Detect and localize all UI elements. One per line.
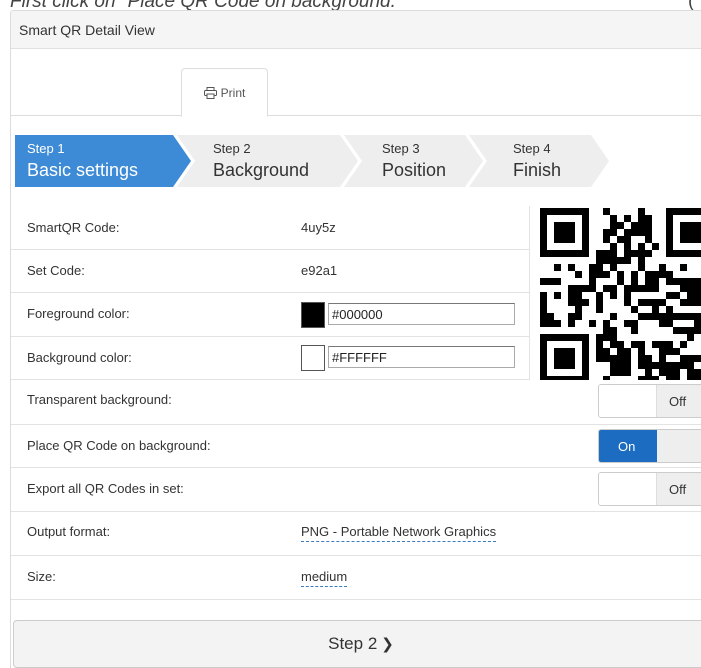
wizard-step-4-label: Finish [513,160,562,180]
smartqr-code-label: SmartQR Code: [27,220,120,235]
row-export-all: Export all QR Codes in set: Off [11,468,701,512]
wizard-steps: Step 1 Basic settings Step 2 Background … [15,135,615,187]
row-place-on-background: Place QR Code on background: On [11,425,701,468]
toggle-off-label: Off [657,385,701,417]
foreground-color-swatch[interactable] [301,302,325,328]
row-output-format: Output format: PNG - Portable Network Gr… [11,512,701,556]
transparent-background-label: Transparent background: [27,392,172,407]
background-color-swatch[interactable] [301,345,325,371]
toggle-blank-segment [599,385,657,417]
set-code-value: e92a1 [301,263,338,278]
export-all-label: Export all QR Codes in set: [27,481,184,496]
chevron-right-icon: ❯ [381,636,394,653]
background-color-label: Background color: [27,350,132,365]
wizard-step-2-number: Step 2 [213,141,251,156]
wizard-step-3-label: Position [382,160,447,180]
place-on-background-toggle[interactable]: On [598,429,701,463]
tab-print[interactable]: Print [181,68,268,117]
row-size: Size: medium [11,556,701,600]
row-smartqr-code: SmartQR Code: 4uy5z [11,206,529,250]
wizard-step-1-number: Step 1 [27,141,65,156]
row-set-code: Set Code: e92a1 [11,250,529,293]
toggle-off-label: Off [657,473,701,505]
output-format-label: Output format: [27,524,111,539]
toggle-blank-segment [599,473,657,505]
next-step-button[interactable]: Step 2 ❯ [13,620,701,668]
wizard-step-2[interactable]: Step 2 Background [213,135,353,187]
wizard-step-1[interactable]: Step 1 Basic settings [27,135,177,187]
tab-bar: Print [11,49,701,117]
wizard-step-3-number: Step 3 [382,141,420,156]
row-foreground-color: Foreground color: [11,293,529,337]
toggle-blank-segment [657,430,701,462]
qr-code-preview [529,206,701,383]
row-transparent-background: Transparent background: Off [11,380,701,425]
qr-code-image [540,208,701,383]
next-step-label: Step 2 [328,634,378,653]
foreground-color-input[interactable] [328,303,515,325]
place-on-background-label: Place QR Code on background: [27,438,211,453]
output-format-value[interactable]: PNG - Portable Network Graphics [301,524,497,542]
smartqr-code-value: 4uy5z [301,220,336,235]
wizard-step-3[interactable]: Step 3 Position [382,135,482,187]
smart-qr-panel: Smart QR Detail View Print Step 1 Basic … [10,10,701,668]
wizard-step-2-label: Background [213,160,310,180]
set-code-label: Set Code: [27,263,85,278]
toggle-on-label: On [599,430,657,462]
foreground-color-label: Foreground color: [27,306,130,321]
tab-print-label: Print [220,85,246,100]
export-all-toggle[interactable]: Off [598,472,701,506]
wizard-step-1-label: Basic settings [27,160,139,180]
background-color-input[interactable] [328,346,515,368]
panel-title: Smart QR Detail View [11,11,701,49]
wizard-step-4-number: Step 4 [513,141,551,156]
printer-icon [203,86,217,99]
transparent-background-toggle[interactable]: Off [598,384,701,418]
wizard-step-4[interactable]: Step 4 Finish [513,135,603,187]
size-label: Size: [27,569,56,584]
size-value[interactable]: medium [301,569,348,587]
row-background-color: Background color: [11,337,529,380]
